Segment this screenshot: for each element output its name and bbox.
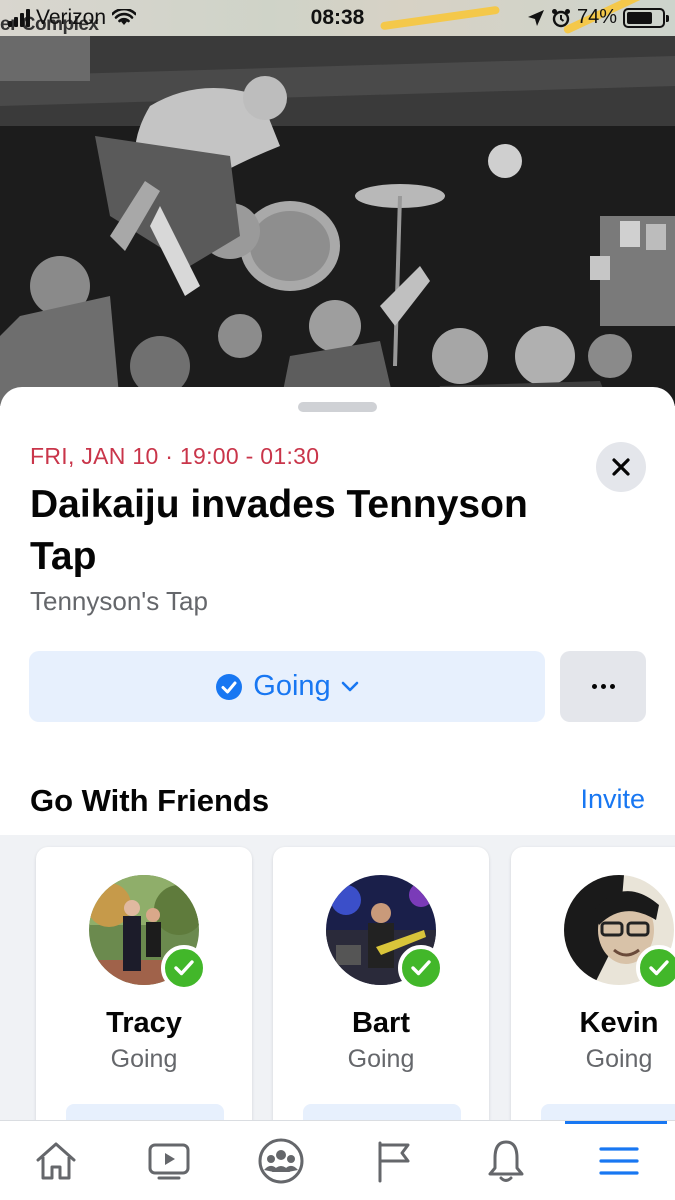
bottom-tab-bar xyxy=(0,1120,675,1200)
close-icon xyxy=(612,458,630,476)
friend-action-button[interactable] xyxy=(541,1104,675,1120)
tab-watch[interactable] xyxy=(113,1121,226,1200)
event-title: Daikaiju invades Tennyson Tap xyxy=(30,483,528,578)
friend-name: Kevin xyxy=(579,1007,659,1039)
event-details-sheet: FRI, JAN 10 · 19:00 - 01:30 Daikaiju inv… xyxy=(0,387,675,1120)
friend-name: Tracy xyxy=(106,1007,182,1039)
more-options-button[interactable] xyxy=(560,651,646,722)
location-arrow-icon xyxy=(527,9,544,26)
status-bar: er Complex Verizon 08:38 74% xyxy=(0,0,675,36)
invite-link[interactable]: Invite xyxy=(580,784,645,815)
friend-status: Going xyxy=(347,1045,415,1073)
more-dots-icon xyxy=(591,684,615,689)
event-venue[interactable]: Tennyson's Tap xyxy=(30,586,208,617)
home-icon xyxy=(36,1142,76,1179)
notifications-bell-icon xyxy=(488,1140,524,1182)
friend-status: Going xyxy=(585,1045,653,1073)
concert-photo xyxy=(0,36,675,406)
go-with-friends-title: Go With Friends xyxy=(30,783,270,818)
event-cover-photo[interactable] xyxy=(0,36,675,406)
tab-groups[interactable] xyxy=(225,1121,338,1200)
sheet-drag-handle[interactable] xyxy=(298,402,377,412)
friend-status: Going xyxy=(110,1045,178,1073)
menu-icon xyxy=(599,1146,639,1175)
tab-pages[interactable] xyxy=(338,1121,451,1200)
friend-card[interactable]: Bart Going xyxy=(273,847,489,1120)
friend-action-button[interactable] xyxy=(303,1104,461,1120)
battery-percent: 74% xyxy=(576,6,617,28)
close-button[interactable] xyxy=(596,442,646,492)
rsvp-label: Going xyxy=(253,670,331,702)
check-circle-icon xyxy=(216,673,243,700)
going-check-badge-icon xyxy=(636,945,675,991)
friend-name: Bart xyxy=(351,1007,410,1039)
event-date-time: FRI, JAN 10 · 19:00 - 01:30 xyxy=(30,443,320,469)
rsvp-going-button[interactable]: Going xyxy=(29,651,545,722)
status-icons: 74% xyxy=(527,6,669,29)
pages-flag-icon xyxy=(378,1141,410,1182)
tab-notifications[interactable] xyxy=(450,1121,563,1200)
tab-menu[interactable] xyxy=(563,1121,675,1200)
alarm-clock-icon xyxy=(551,8,570,27)
going-check-badge-icon xyxy=(161,945,207,991)
friend-card[interactable]: Tracy Going xyxy=(36,847,252,1120)
going-check-badge-icon xyxy=(398,945,444,991)
friends-carousel[interactable]: Tracy Going Bart Going Kevin Going xyxy=(0,835,675,1120)
video-icon xyxy=(148,1143,190,1179)
friend-action-button[interactable] xyxy=(66,1104,224,1120)
tab-home[interactable] xyxy=(0,1121,113,1200)
friend-card[interactable]: Kevin Going xyxy=(511,847,675,1120)
groups-icon xyxy=(258,1138,304,1183)
chevron-down-icon xyxy=(341,681,358,691)
battery-icon xyxy=(623,7,669,28)
